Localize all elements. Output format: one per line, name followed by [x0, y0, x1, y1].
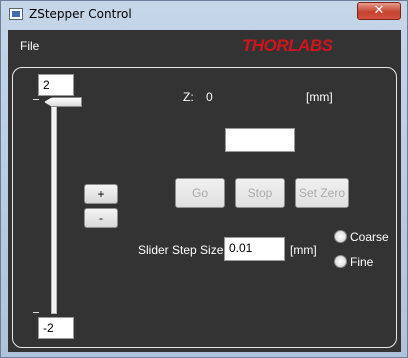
stop-button[interactable]: Stop: [235, 178, 285, 208]
coarse-label[interactable]: Coarse: [350, 230, 389, 244]
set-zero-button[interactable]: Set Zero: [295, 178, 349, 208]
z-position-value: 0: [206, 90, 213, 104]
z-slider-track[interactable]: [51, 102, 57, 314]
fine-label[interactable]: Fine: [350, 255, 373, 269]
step-size-unit: [mm]: [290, 243, 317, 257]
slider-min-input[interactable]: -2: [38, 317, 74, 339]
menu-file[interactable]: File: [20, 39, 39, 53]
go-label: Go: [191, 186, 208, 200]
increment-label: +: [97, 187, 105, 201]
set-zero-label: Set Zero: [298, 186, 346, 200]
z-position-unit: [mm]: [306, 90, 333, 104]
slider-max-input[interactable]: 2: [38, 74, 74, 96]
step-size-value: 0.01: [229, 241, 253, 255]
title-bar[interactable]: ZStepper Control ✕: [1, 1, 407, 29]
decrement-button[interactable]: -: [84, 208, 118, 228]
target-position-input[interactable]: [225, 128, 295, 152]
slider-min-value: -2: [43, 321, 54, 335]
client-area: File THORLABS 2 -2 + - Z: 0 [mm] Go Stop…: [8, 30, 401, 352]
stop-label: Stop: [247, 186, 273, 200]
step-size-input[interactable]: 0.01: [224, 237, 285, 261]
coarse-radio[interactable]: [334, 230, 347, 243]
fine-radio[interactable]: [334, 255, 347, 268]
z-label: Z:: [183, 90, 194, 104]
slider-top-tick: [33, 99, 39, 100]
step-size-label: Slider Step Size: [138, 243, 224, 257]
close-button[interactable]: ✕: [357, 2, 401, 20]
main-window: ZStepper Control ✕ File THORLABS 2 -2 + …: [0, 0, 408, 358]
increment-button[interactable]: +: [84, 184, 118, 204]
slider-bottom-tick: [33, 312, 39, 313]
go-button[interactable]: Go: [175, 178, 225, 208]
slider-max-value: 2: [43, 78, 50, 92]
close-icon: ✕: [373, 3, 385, 18]
thorlabs-logo: THORLABS: [242, 36, 333, 55]
decrement-label: -: [99, 211, 103, 225]
app-icon: [9, 8, 23, 20]
window-title: ZStepper Control: [29, 7, 132, 21]
